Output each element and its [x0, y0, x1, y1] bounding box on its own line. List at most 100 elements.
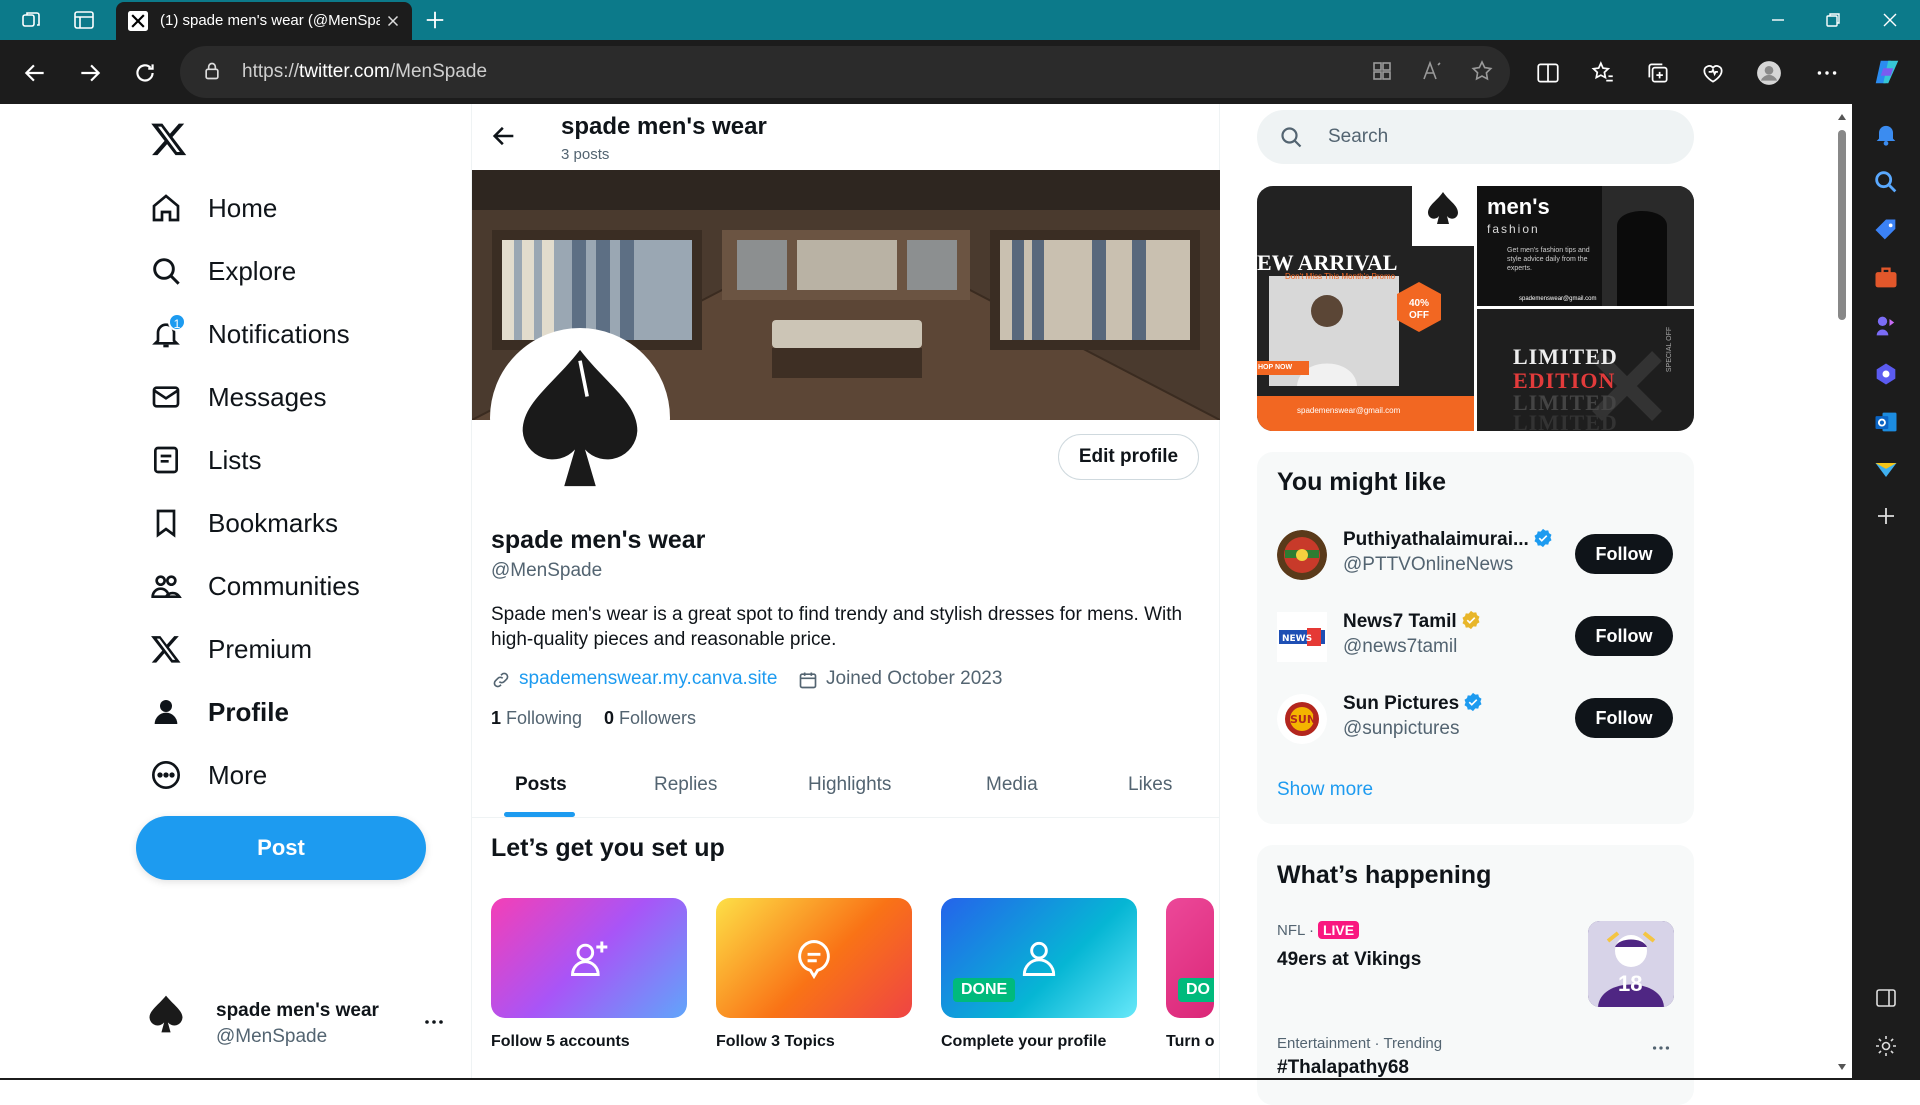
- trend-image[interactable]: 18: [1588, 921, 1674, 1007]
- tab-highlights[interactable]: Highlights: [808, 774, 891, 796]
- promo-discount: 40% OFF: [1408, 298, 1429, 321]
- nav-notifications[interactable]: 1 Notifications: [150, 307, 450, 359]
- shopping-tag-icon[interactable]: [1872, 216, 1900, 244]
- nav-profile[interactable]: Profile: [150, 685, 450, 737]
- tab-replies[interactable]: Replies: [654, 774, 717, 796]
- tools-briefcase-icon[interactable]: [1872, 264, 1900, 292]
- notifications-bell-edge-icon[interactable]: [1872, 120, 1900, 148]
- x-logo-icon[interactable]: [150, 120, 188, 158]
- workspaces-icon[interactable]: [20, 8, 44, 32]
- nav-premium[interactable]: Premium: [150, 622, 450, 674]
- account-switcher[interactable]: spade men's wear @MenSpade: [130, 980, 460, 1047]
- more-options-icon[interactable]: [1814, 60, 1840, 86]
- nav-label: Bookmarks: [208, 508, 339, 538]
- header-post-count: 3 posts: [561, 146, 610, 163]
- add-sidebar-app-icon[interactable]: [1874, 504, 1898, 528]
- tab-likes[interactable]: Likes: [1128, 774, 1172, 796]
- trend-name[interactable]: 49ers at Vikings: [1277, 949, 1421, 971]
- outlook-icon[interactable]: [1872, 408, 1900, 436]
- back-icon[interactable]: [22, 60, 48, 86]
- favorites-icon[interactable]: [1590, 60, 1616, 86]
- microsoft-365-icon[interactable]: [1872, 360, 1900, 388]
- setup-card-complete-profile[interactable]: DONE: [941, 898, 1137, 1018]
- search-edge-icon[interactable]: [1872, 168, 1900, 196]
- close-tab-icon[interactable]: [384, 12, 402, 30]
- url-text[interactable]: https://twitter.com/MenSpade: [242, 61, 487, 83]
- nav-home[interactable]: Home: [150, 181, 450, 233]
- live-badge: LIVE: [1317, 921, 1360, 939]
- forward-icon[interactable]: [77, 60, 103, 86]
- nav-communities[interactable]: Communities: [150, 559, 450, 611]
- nav-explore[interactable]: Explore: [150, 244, 450, 296]
- person-icon: [154, 700, 178, 724]
- spade-avatar-icon: [149, 995, 183, 1033]
- topic-bubble-icon: [798, 940, 830, 980]
- setup-card-follow-accounts[interactable]: [491, 898, 687, 1018]
- nav-bookmarks[interactable]: Bookmarks: [150, 496, 450, 548]
- profile-avatar-icon[interactable]: [1756, 60, 1782, 86]
- tab-posts[interactable]: Posts: [515, 774, 567, 796]
- scroll-down-icon[interactable]: [1837, 1062, 1847, 1072]
- suggested-account[interactable]: NEWS News7 Tamil @news7tamil Follow: [1257, 602, 1694, 684]
- games-icon[interactable]: [1872, 312, 1900, 340]
- verified-blue-icon: [1534, 528, 1552, 548]
- profile-joined-date: Joined October 2023: [826, 668, 1003, 689]
- address-bar[interactable]: https://twitter.com/MenSpade: [180, 46, 1510, 98]
- tab-actions-icon[interactable]: [72, 8, 96, 32]
- split-screen-icon[interactable]: [1535, 60, 1561, 86]
- profile-website-link[interactable]: spademenswear.my.canva.site: [519, 668, 777, 690]
- promo-email-2: spademenswear@gmail.com: [1519, 296, 1597, 302]
- favorite-star-icon[interactable]: [1470, 59, 1494, 83]
- setup-title: Let’s get you set up: [491, 834, 725, 862]
- edit-profile-button[interactable]: Edit profile: [1058, 434, 1199, 480]
- suggested-account[interactable]: Puthiyathalaimurai... @PTTVOnlineNews Fo…: [1257, 520, 1694, 602]
- collections-icon[interactable]: [1645, 60, 1671, 86]
- verified-blue-icon: [1464, 692, 1482, 712]
- suggested-account[interactable]: SUN Sun Pictures @sunpictures Follow: [1257, 684, 1694, 766]
- nav-messages[interactable]: Messages: [150, 370, 450, 422]
- minimize-icon[interactable]: [1768, 10, 1788, 30]
- search-placeholder[interactable]: Search: [1328, 126, 1388, 148]
- edge-sidebar: [1852, 104, 1920, 1080]
- search-box[interactable]: Search: [1257, 110, 1694, 164]
- browser-essentials-icon[interactable]: [1700, 60, 1726, 86]
- follow-button[interactable]: Follow: [1575, 698, 1673, 738]
- setup-card-turn-on[interactable]: DO: [1166, 898, 1214, 1018]
- setup-card-follow-topics[interactable]: [716, 898, 912, 1018]
- page-scrollbar[interactable]: [1832, 104, 1852, 1080]
- lock-icon[interactable]: [202, 61, 222, 81]
- trend-context: NFL · LIVE: [1277, 921, 1360, 939]
- more-dots-icon[interactable]: [1650, 1037, 1672, 1059]
- verified-gold-icon: [1462, 610, 1480, 630]
- avatar: [1277, 530, 1327, 580]
- followers-link[interactable]: 0 Followers: [604, 708, 696, 729]
- post-button[interactable]: Post: [136, 816, 426, 880]
- media-preview-grid[interactable]: EW ARRIVAL Don't Miss This Month's Promo…: [1257, 186, 1694, 431]
- app-available-icon[interactable]: [1370, 59, 1394, 83]
- new-tab-icon[interactable]: [424, 9, 446, 31]
- nav-label: Explore: [208, 256, 297, 286]
- copilot-icon[interactable]: [1872, 57, 1902, 87]
- follow-button[interactable]: Follow: [1575, 616, 1673, 656]
- refresh-icon[interactable]: [132, 60, 158, 86]
- restore-icon[interactable]: [1823, 10, 1843, 30]
- trend-name[interactable]: #Thalapathy68: [1277, 1057, 1409, 1079]
- hide-sidebar-icon[interactable]: [1874, 986, 1898, 1010]
- browser-tab-active[interactable]: (1) spade men's wear (@MenSpade) / X: [116, 2, 412, 40]
- settings-gear-icon[interactable]: [1874, 1034, 1898, 1058]
- close-window-icon[interactable]: [1880, 10, 1900, 30]
- follow-button[interactable]: Follow: [1575, 534, 1673, 574]
- drop-send-icon[interactable]: [1872, 456, 1900, 484]
- scroll-up-icon[interactable]: [1837, 112, 1847, 122]
- more-circle-icon: [152, 761, 180, 789]
- show-more-link[interactable]: Show more: [1277, 779, 1373, 801]
- back-arrow-icon[interactable]: [490, 122, 518, 150]
- nav-lists[interactable]: Lists: [150, 433, 450, 485]
- following-link[interactable]: 1 Following: [491, 708, 582, 729]
- scroll-thumb[interactable]: [1838, 130, 1846, 320]
- nav-more[interactable]: More: [150, 748, 450, 800]
- profile-avatar[interactable]: [490, 328, 670, 508]
- more-dots-icon[interactable]: [422, 1010, 446, 1034]
- read-aloud-icon[interactable]: [1420, 59, 1444, 83]
- tab-media[interactable]: Media: [986, 774, 1038, 796]
